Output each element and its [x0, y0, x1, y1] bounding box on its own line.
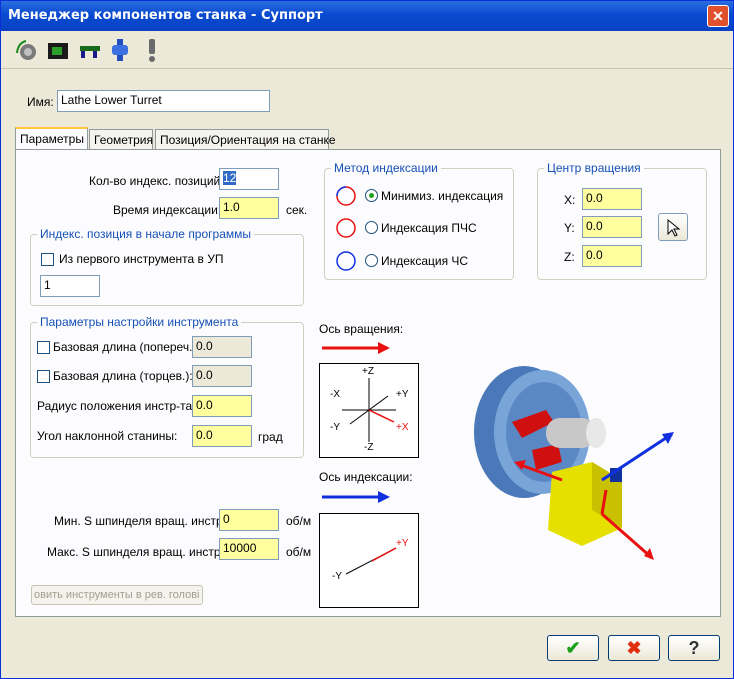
- ccw-index-icon: [336, 218, 356, 238]
- rotation-axis-label: Ось вращения:: [319, 322, 404, 336]
- center-x-label: X:: [564, 193, 576, 207]
- min-s-unit: об/м: [286, 514, 312, 528]
- window-title: Менеджер компонентов станка - Суппорт: [8, 8, 323, 23]
- tool-settings-group: Параметры настройки инструмента Базовая …: [30, 315, 304, 458]
- center-x-input[interactable]: 0.0: [582, 188, 642, 210]
- center-y-input[interactable]: 0.0: [582, 216, 642, 238]
- index-time-input[interactable]: 1.0: [219, 197, 279, 219]
- minimize-index-icon: [336, 186, 356, 206]
- max-s-unit: об/м: [286, 545, 312, 559]
- name-label: Имя:: [27, 95, 54, 109]
- index-time-unit: сек.: [286, 203, 308, 217]
- center-z-label: Z:: [564, 250, 575, 264]
- bed-angle-label: Угол наклонной станины:: [37, 429, 178, 443]
- name-input[interactable]: Lathe Lower Turret: [57, 90, 270, 112]
- first-tool-checkbox[interactable]: [41, 253, 54, 266]
- turret-icon[interactable]: [45, 37, 71, 63]
- title-bar: Менеджер компонентов станка - Суппорт ✕: [1, 1, 733, 31]
- cancel-button[interactable]: ✖: [608, 635, 660, 661]
- base-length-face-checkbox[interactable]: [37, 370, 50, 383]
- close-button[interactable]: ✕: [707, 5, 729, 27]
- turret-3d-illustration: [474, 366, 674, 560]
- base-length-transverse-input[interactable]: 0.0: [192, 336, 252, 358]
- center-z-input[interactable]: 0.0: [582, 245, 642, 267]
- warning-icon[interactable]: [139, 37, 165, 63]
- radius-label: Радиус положения инстр-та:: [37, 399, 196, 413]
- base-length-face-input[interactable]: 0.0: [192, 365, 252, 387]
- min-s-label: Мин. S шпинделя вращ. инстр.:: [54, 514, 230, 528]
- base-length-face-label: Базовая длина (торцев.):: [53, 369, 193, 383]
- apply-tools-button[interactable]: овить инструменты в рев. голові: [31, 585, 203, 605]
- cw-index-label: Индексация ЧС: [381, 254, 469, 268]
- index-time-label: Время индексации:: [113, 203, 222, 217]
- rotation-center-group-title: Центр вращения: [544, 161, 644, 175]
- base-length-transverse-checkbox[interactable]: [37, 341, 50, 354]
- start-position-group: Индекс. позиция в начале программы Из пе…: [30, 227, 304, 306]
- start-position-input[interactable]: 1: [40, 275, 100, 297]
- first-tool-label: Из первого инструмента в УП: [59, 252, 224, 266]
- rotation-axis-diagram: +Z -Z -X +Y -Y +X: [319, 363, 419, 458]
- tab-parameters[interactable]: Параметры: [15, 127, 88, 151]
- tab-position-orientation[interactable]: Позиция/Ориентация на станке: [155, 129, 336, 151]
- ccw-index-label: Индексация ПЧС: [381, 221, 477, 235]
- index-axis-plus-y: +Y: [396, 538, 409, 549]
- holder-icon[interactable]: [77, 37, 103, 63]
- chuck-icon[interactable]: [13, 37, 39, 63]
- min-s-input[interactable]: 0: [219, 509, 279, 531]
- ok-button[interactable]: ✔: [547, 635, 599, 661]
- tab-geometry[interactable]: Геометрия: [89, 129, 153, 151]
- spindle-icon[interactable]: [107, 37, 133, 63]
- minimize-index-radio[interactable]: [365, 189, 378, 202]
- ccw-index-radio[interactable]: [365, 221, 378, 234]
- rotation-axis-arrow: [322, 342, 390, 354]
- minimize-index-label: Минимиз. индексация: [381, 189, 504, 203]
- max-s-label: Макс. S шпинделя вращ. инстр.:: [47, 545, 228, 559]
- dialog-window: Менеджер компонентов станка - Суппорт ✕ …: [0, 0, 734, 679]
- start-position-group-title: Индекс. позиция в начале программы: [37, 227, 255, 241]
- index-axis-label: Ось индексации:: [319, 470, 413, 484]
- axis-minus-z: -Z: [364, 442, 374, 453]
- axis-plus-x: +X: [396, 422, 409, 433]
- index-positions-label: Кол-во индекс. позиций:: [89, 174, 224, 188]
- rotation-center-group: Центр вращения X: 0.0 Y: 0.0 Z: 0.0: [537, 161, 707, 280]
- parameters-panel: Кол-во индекс. позиций: 12 Время индекса…: [15, 149, 721, 617]
- index-method-group: Метод индексации Минимиз. индексация Инд…: [324, 161, 514, 280]
- bed-angle-input[interactable]: 0.0: [192, 425, 252, 447]
- axis-minus-y: -Y: [330, 422, 340, 433]
- cw-index-radio[interactable]: [365, 254, 378, 267]
- cw-index-icon: [336, 251, 356, 271]
- bed-angle-unit: град: [258, 430, 283, 444]
- axis-plus-z: +Z: [362, 366, 374, 377]
- index-axis-arrow: [322, 491, 390, 503]
- help-button[interactable]: ?: [668, 635, 720, 661]
- center-y-label: Y:: [564, 221, 575, 235]
- radius-input[interactable]: 0.0: [192, 395, 252, 417]
- max-s-input[interactable]: 10000: [219, 538, 279, 560]
- base-length-transverse-label: Базовая длина (попереч.):: [53, 340, 200, 354]
- axis-minus-x: -X: [330, 389, 340, 400]
- cursor-icon: [667, 219, 681, 237]
- index-positions-input[interactable]: 12: [219, 168, 279, 190]
- index-axis-diagram: +Y -Y: [319, 513, 419, 608]
- index-axis-minus-y: -Y: [332, 571, 342, 582]
- tool-settings-group-title: Параметры настройки инструмента: [37, 315, 242, 329]
- index-axis-line: [345, 547, 397, 575]
- toolbar: [1, 31, 733, 69]
- axis-plus-y: +Y: [396, 389, 409, 400]
- pick-point-button[interactable]: [658, 213, 688, 241]
- index-method-group-title: Метод индексации: [331, 161, 441, 175]
- index-positions-value: 12: [223, 171, 237, 185]
